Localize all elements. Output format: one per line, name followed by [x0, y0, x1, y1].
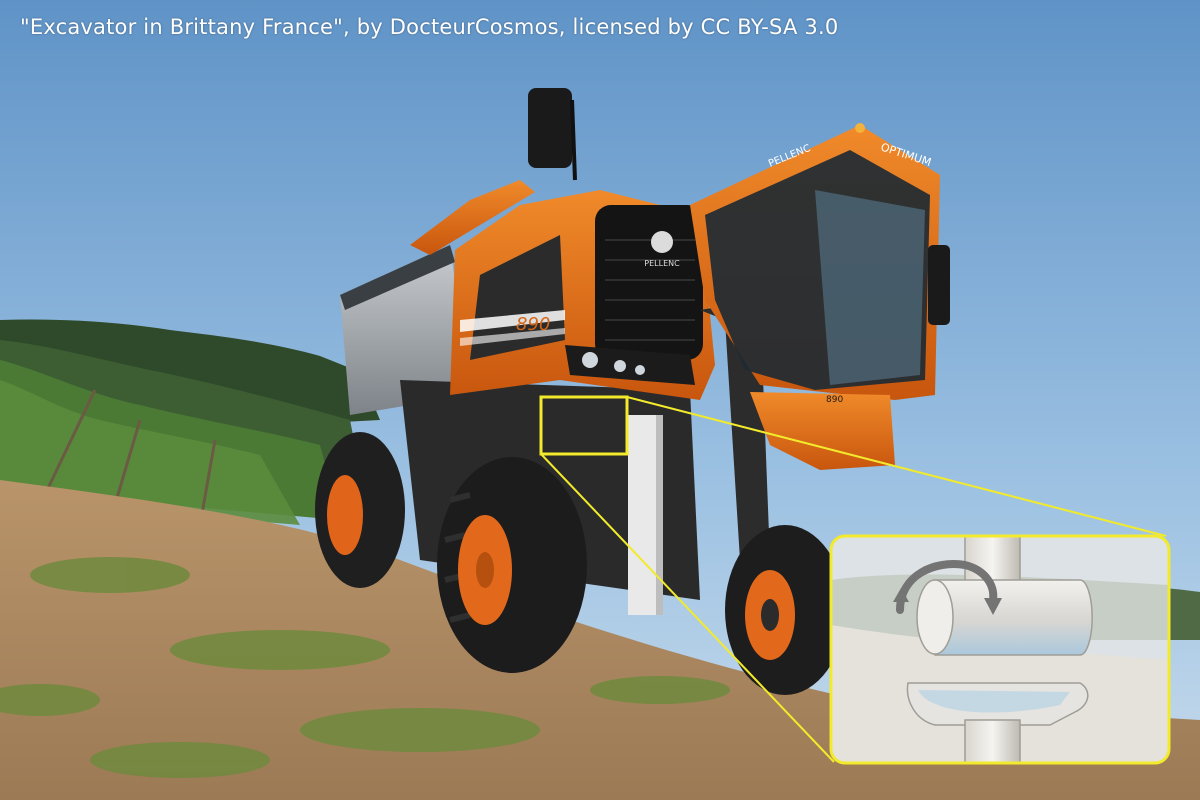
model-number-label: 890 [516, 314, 550, 335]
horizontal-cylinder [934, 579, 1093, 656]
vertical-pipe-bottom [964, 719, 1021, 763]
left-mirror [528, 88, 572, 168]
front-grille [595, 205, 703, 360]
zoom-inset [829, 534, 1171, 765]
photo-scene: 890 PELLENC PELLENC OPTIMUM 890 "Excavat… [0, 0, 1200, 800]
headlight [582, 352, 598, 368]
brand-logo-icon [651, 231, 673, 253]
attribution-caption: "Excavator in Brittany France", by Docte… [20, 15, 839, 39]
photo-illustration: 890 PELLENC PELLENC OPTIMUM 890 [0, 0, 1200, 800]
svg-text:890: 890 [826, 395, 843, 405]
hood-logo-text: PELLENC [644, 259, 680, 268]
right-mirror [928, 245, 950, 325]
beacon-light [855, 123, 865, 133]
